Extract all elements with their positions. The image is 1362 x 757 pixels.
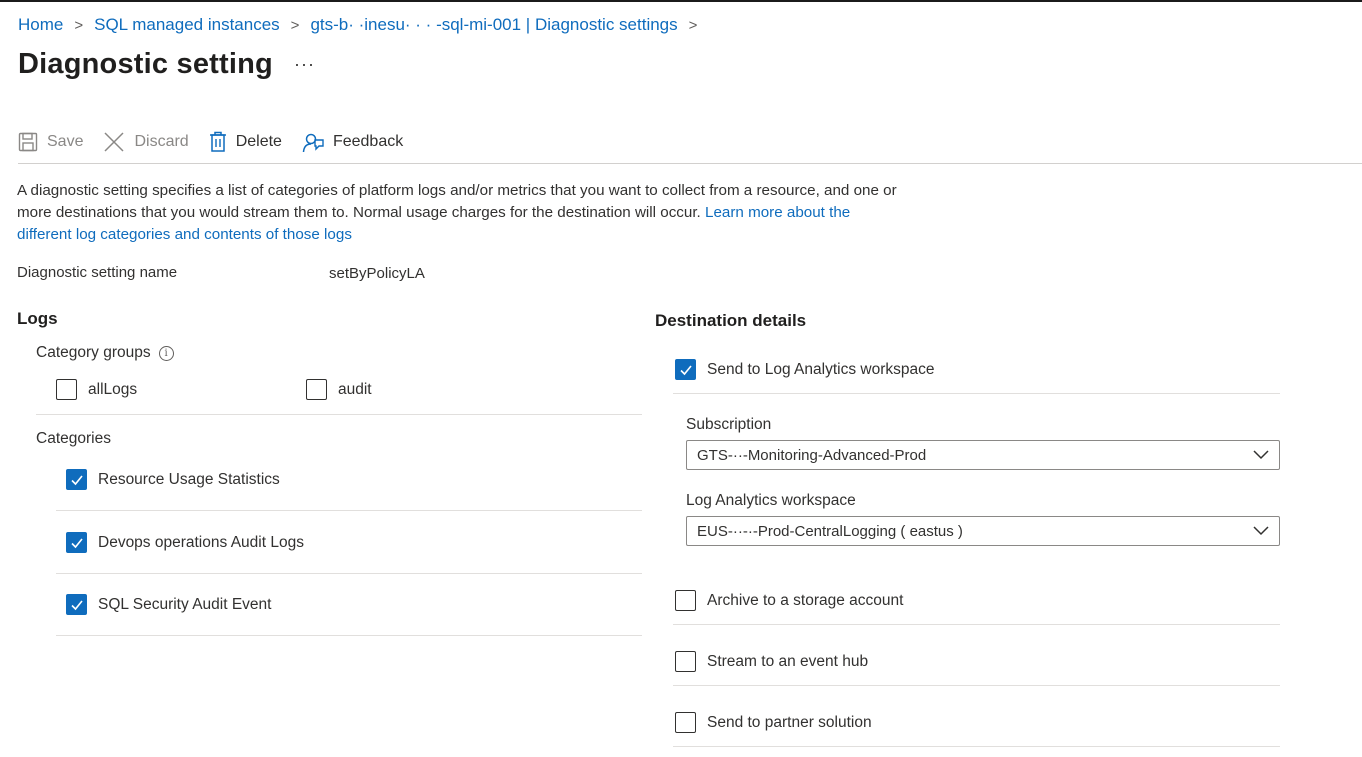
- checkbox-label: allLogs: [88, 380, 138, 398]
- delete-label: Delete: [235, 133, 282, 150]
- send-to-log-analytics[interactable]: Send to Log Analytics workspace: [675, 359, 934, 380]
- feedback-icon: [302, 133, 324, 153]
- category-groups-label: Category groups: [36, 344, 151, 361]
- divider: [56, 635, 642, 636]
- feedback-label: Feedback: [332, 133, 404, 150]
- checkbox[interactable]: [56, 379, 77, 400]
- logs-section-title: Logs: [17, 309, 58, 328]
- archive-to-storage-account[interactable]: Archive to a storage account: [675, 590, 903, 611]
- checkbox-checked[interactable]: [66, 594, 87, 615]
- divider: [673, 624, 1280, 625]
- workspace-label: Log Analytics workspace: [686, 492, 856, 509]
- divider: [673, 393, 1280, 394]
- divider: [36, 414, 642, 415]
- chevron-down-icon: [1253, 526, 1269, 536]
- save-icon: [18, 132, 38, 152]
- setting-name-value: setByPolicyLA: [329, 265, 425, 282]
- divider: [673, 685, 1280, 686]
- destination-section-title: Destination details: [655, 311, 807, 330]
- chevron-right-icon: >: [74, 16, 84, 34]
- checkbox-label: SQL Security Audit Event: [98, 595, 272, 613]
- checkbox-label: Send to Log Analytics workspace: [707, 360, 935, 378]
- stream-to-event-hub[interactable]: Stream to an event hub: [675, 651, 868, 672]
- checkbox-checked[interactable]: [675, 359, 696, 380]
- workspace-value: EUS-··-·-Prod-CentralLogging ( eastus ): [697, 522, 963, 540]
- checkbox-checked[interactable]: [66, 469, 87, 490]
- toolbar-divider: [18, 163, 1362, 164]
- breadcrumb-diagnostic-settings[interactable]: gts-b· ·inesu· · · -sql-mi-001 | Diagnos…: [310, 15, 677, 35]
- subscription-value: GTS-··-Monitoring-Advanced-Prod: [697, 446, 927, 464]
- setting-name-label: Diagnostic setting name: [17, 264, 178, 281]
- description: A diagnostic setting specifies a list of…: [17, 180, 897, 246]
- checkbox[interactable]: [306, 379, 327, 400]
- categories-label: Categories: [36, 430, 111, 447]
- save-button[interactable]: Save: [18, 128, 83, 156]
- chevron-down-icon: [1253, 450, 1269, 460]
- category-group-alllogs[interactable]: allLogs: [56, 379, 137, 400]
- divider: [673, 746, 1280, 747]
- checkbox[interactable]: [675, 651, 696, 672]
- divider: [56, 573, 642, 574]
- send-to-partner-solution[interactable]: Send to partner solution: [675, 712, 872, 733]
- workspace-dropdown[interactable]: EUS-··-·-Prod-CentralLogging ( eastus ): [686, 516, 1280, 546]
- checkbox-label: Resource Usage Statistics: [98, 470, 280, 488]
- checkbox-label: Devops operations Audit Logs: [98, 533, 304, 551]
- category-sql-security-audit-event[interactable]: SQL Security Audit Event: [66, 594, 271, 615]
- checkbox-label: Stream to an event hub: [707, 652, 869, 670]
- discard-label: Discard: [134, 133, 189, 150]
- checkbox-label: Archive to a storage account: [707, 591, 904, 609]
- command-bar: Save Discard Delete Feedback: [18, 128, 423, 156]
- chevron-right-icon: >: [688, 16, 698, 34]
- breadcrumb-home[interactable]: Home: [18, 15, 63, 35]
- trash-icon: [209, 131, 226, 152]
- checkbox[interactable]: [675, 590, 696, 611]
- discard-button[interactable]: Discard: [103, 128, 189, 156]
- info-icon[interactable]: i: [158, 345, 174, 361]
- save-label: Save: [47, 133, 84, 150]
- category-group-audit[interactable]: audit: [306, 379, 372, 400]
- more-options-button[interactable]: ···: [294, 54, 315, 75]
- feedback-button[interactable]: Feedback: [302, 128, 403, 156]
- checkbox[interactable]: [675, 712, 696, 733]
- category-resource-usage-statistics[interactable]: Resource Usage Statistics: [66, 469, 280, 490]
- checkbox-checked[interactable]: [66, 532, 87, 553]
- category-devops-operations-audit-logs[interactable]: Devops operations Audit Logs: [66, 532, 304, 553]
- category-groups-header: Category groups i: [36, 344, 174, 362]
- subscription-dropdown[interactable]: GTS-··-Monitoring-Advanced-Prod: [686, 440, 1280, 470]
- divider: [56, 510, 642, 511]
- breadcrumb: Home > SQL managed instances > gts-b· ·i…: [18, 15, 708, 35]
- chevron-right-icon: >: [290, 16, 300, 34]
- page-title: Diagnostic setting: [18, 48, 273, 80]
- checkbox-label: audit: [338, 380, 372, 398]
- checkbox-label: Send to partner solution: [707, 713, 872, 731]
- delete-button[interactable]: Delete: [209, 128, 282, 156]
- close-icon: [104, 132, 124, 152]
- breadcrumb-sql-managed-instances[interactable]: SQL managed instances: [94, 15, 280, 35]
- subscription-label: Subscription: [686, 416, 772, 433]
